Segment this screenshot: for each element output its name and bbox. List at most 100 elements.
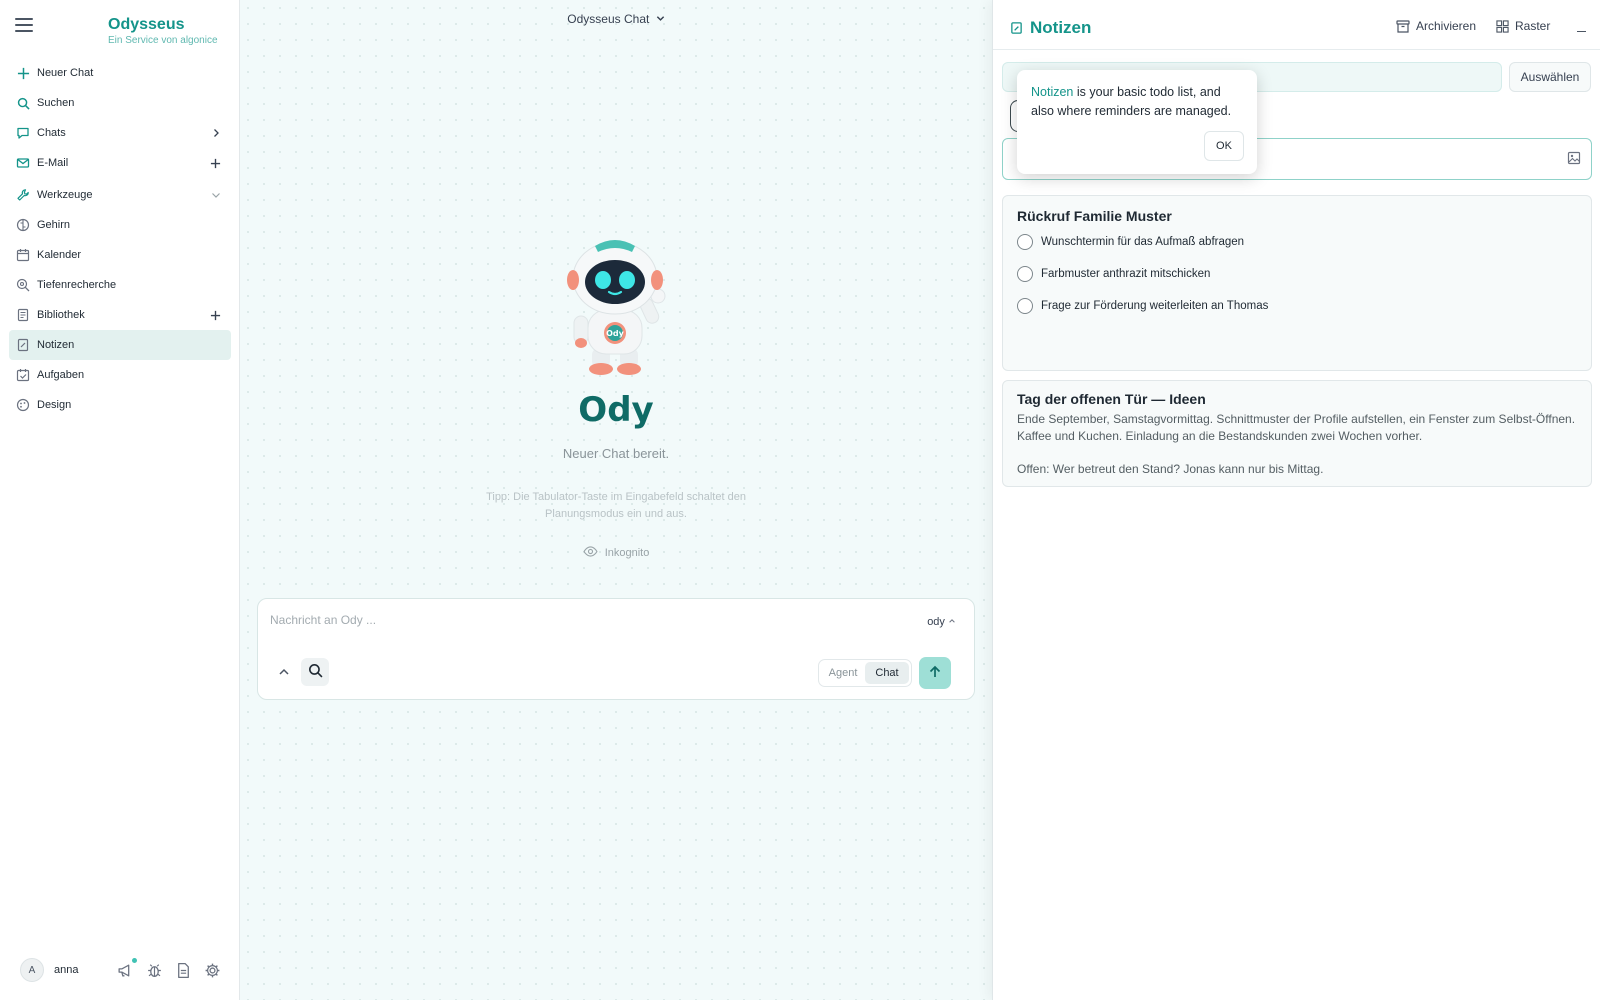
archive-label: Archivieren <box>1416 19 1477 33</box>
sidebar-item-label: Tiefenrecherche <box>37 279 117 291</box>
notes-header: Notizen Archivieren Raster <box>993 0 1600 50</box>
web-search-button[interactable] <box>301 658 329 686</box>
mode-chat-button[interactable]: Chat <box>865 662 909 684</box>
sidebar-item-label: Aufgaben <box>37 369 85 381</box>
sidebar-item-notes[interactable]: Notizen <box>9 330 231 360</box>
sidebar-item-chats[interactable]: Chats <box>9 118 231 148</box>
sidebar-item-brain[interactable]: Gehirn <box>9 210 231 240</box>
todo-item[interactable]: Farbmuster anthrazit mitschicken <box>1017 266 1210 282</box>
chat-ready-text: Neuer Chat bereit. <box>562 446 670 461</box>
grid-label: Raster <box>1515 19 1551 33</box>
notes-title: Notizen <box>1010 18 1091 38</box>
megaphone-icon[interactable] <box>116 957 137 980</box>
sidebar-item-email[interactable]: E-Mail <box>9 148 231 178</box>
note-paragraph: Offen: Wer betreut den Stand? Jonas kann… <box>1017 462 1324 476</box>
mail-icon <box>16 156 30 170</box>
brand-title: Odysseus <box>108 16 185 33</box>
archive-icon <box>1396 19 1410 33</box>
chat-title: Odysseus Chat <box>567 12 650 26</box>
chat-bubble-icon <box>16 126 30 140</box>
onboarding-tooltip: Notizen is your basic todo list, and als… <box>1017 70 1257 174</box>
tip-text: Tipp: Die Tabulator-Taste im Eingabefeld… <box>486 491 746 520</box>
sidebar-item-design[interactable]: Design <box>9 390 231 420</box>
sidebar-item-library[interactable]: Bibliothek <box>9 300 231 330</box>
sidebar-item-calendar[interactable]: Kalender <box>9 240 231 270</box>
sidebar-item-label: Kalender <box>37 249 82 261</box>
sidebar-item-tools[interactable]: Werkzeuge <box>9 180 231 210</box>
todo-item[interactable]: Wunschtermin für das Aufmaß abfragen <box>1017 234 1244 250</box>
chevron-up-icon <box>948 616 956 628</box>
tooltip-highlight: Notizen <box>1031 85 1074 99</box>
todo-item[interactable]: Frage zur Förderung weiterleiten an Thom… <box>1017 298 1268 314</box>
todo-checkbox[interactable] <box>1017 266 1033 282</box>
brand: Odysseus Ein Service von algonice <box>108 16 218 46</box>
sidebar-item-search[interactable]: Suchen <box>9 88 231 118</box>
sidebar-item-label: Gehirn <box>37 219 71 231</box>
grid-icon <box>1496 19 1509 33</box>
eye-icon <box>583 546 598 560</box>
send-button[interactable] <box>919 657 951 689</box>
sidebar: Odysseus Ein Service von algonice Neuer … <box>0 0 240 1000</box>
sidebar-footer: A anna <box>20 957 225 983</box>
wrench-icon <box>16 188 30 202</box>
note-body: Ende September, Samstagvormittag. Schnit… <box>1017 411 1577 478</box>
minimize-icon[interactable] <box>1577 22 1587 32</box>
chevron-down-icon <box>656 12 665 26</box>
sidebar-item-label: Werkzeuge <box>37 189 93 201</box>
library-icon <box>16 308 30 322</box>
sidebar-item-label: Chats <box>37 127 66 139</box>
plus-icon[interactable] <box>210 148 221 178</box>
message-composer: ody Agent Chat <box>257 598 975 700</box>
assistant-name: Ody <box>578 390 654 430</box>
deep-search-icon <box>16 278 30 292</box>
sidebar-item-tasks[interactable]: Aufgaben <box>9 360 231 390</box>
brand-subtitle: Ein Service von algonice <box>108 35 218 46</box>
todo-checkbox[interactable] <box>1017 298 1033 314</box>
todo-label: Frage zur Förderung weiterleiten an Thom… <box>1041 300 1269 312</box>
image-icon[interactable] <box>1567 151 1581 168</box>
sidebar-item-label: Design <box>37 399 72 411</box>
mode-toggle: Agent Chat <box>818 659 912 687</box>
chevron-down-icon[interactable] <box>211 180 221 210</box>
robot-mascot-icon: Ody <box>567 240 666 375</box>
note-card[interactable]: Rückruf Familie Muster Wunschtermin für … <box>1002 195 1592 371</box>
search-icon <box>16 96 30 110</box>
sidebar-item-label: Bibliothek <box>37 309 85 321</box>
note-title: Tag der offenen Tür — Ideen <box>1017 391 1206 407</box>
message-input[interactable] <box>270 613 870 627</box>
settings-icon[interactable] <box>203 961 222 980</box>
note-icon <box>16 338 30 352</box>
brain-icon <box>16 218 30 232</box>
grid-view-button[interactable]: Raster <box>1496 19 1550 33</box>
incognito-toggle[interactable]: Inkognito <box>240 546 992 560</box>
notification-dot <box>132 957 137 963</box>
note-paragraph: Ende September, Samstagvormittag. Schnit… <box>1017 412 1576 443</box>
note-card[interactable]: Tag der offenen Tür — Ideen Ende Septemb… <box>1002 380 1592 487</box>
ok-button[interactable]: OK <box>1204 131 1244 161</box>
sidebar-item-label: Notizen <box>37 339 75 351</box>
tasks-icon <box>16 368 30 382</box>
todo-label: Farbmuster anthrazit mitschicken <box>1041 268 1211 280</box>
note-title: Rückruf Familie Muster <box>1017 208 1172 224</box>
chat-title-dropdown[interactable]: Odysseus Chat <box>240 12 992 26</box>
calendar-icon <box>16 248 30 262</box>
archive-button[interactable]: Archivieren <box>1396 19 1476 33</box>
document-icon[interactable] <box>174 961 193 980</box>
model-selector[interactable]: ody <box>927 616 956 628</box>
sidebar-item-label: Suchen <box>37 97 75 109</box>
select-button[interactable]: Auswählen <box>1509 62 1591 92</box>
sidebar-item-label: E-Mail <box>37 157 69 169</box>
mode-agent-button[interactable]: Agent <box>821 662 865 684</box>
avatar[interactable]: A <box>20 958 44 982</box>
chevron-right-icon[interactable] <box>211 118 221 148</box>
expand-options-icon[interactable] <box>276 664 292 680</box>
bug-icon[interactable] <box>145 961 164 980</box>
sidebar-item-deep-research[interactable]: Tiefenrecherche <box>9 270 231 300</box>
user-name[interactable]: anna <box>54 964 78 976</box>
todo-checkbox[interactable] <box>1017 234 1033 250</box>
sidebar-item-new-chat[interactable]: Neuer Chat <box>9 58 231 88</box>
plus-icon <box>16 66 30 80</box>
plus-icon[interactable] <box>210 300 221 330</box>
menu-icon[interactable] <box>15 18 33 34</box>
todo-label: Wunschtermin für das Aufmaß abfragen <box>1041 236 1245 248</box>
